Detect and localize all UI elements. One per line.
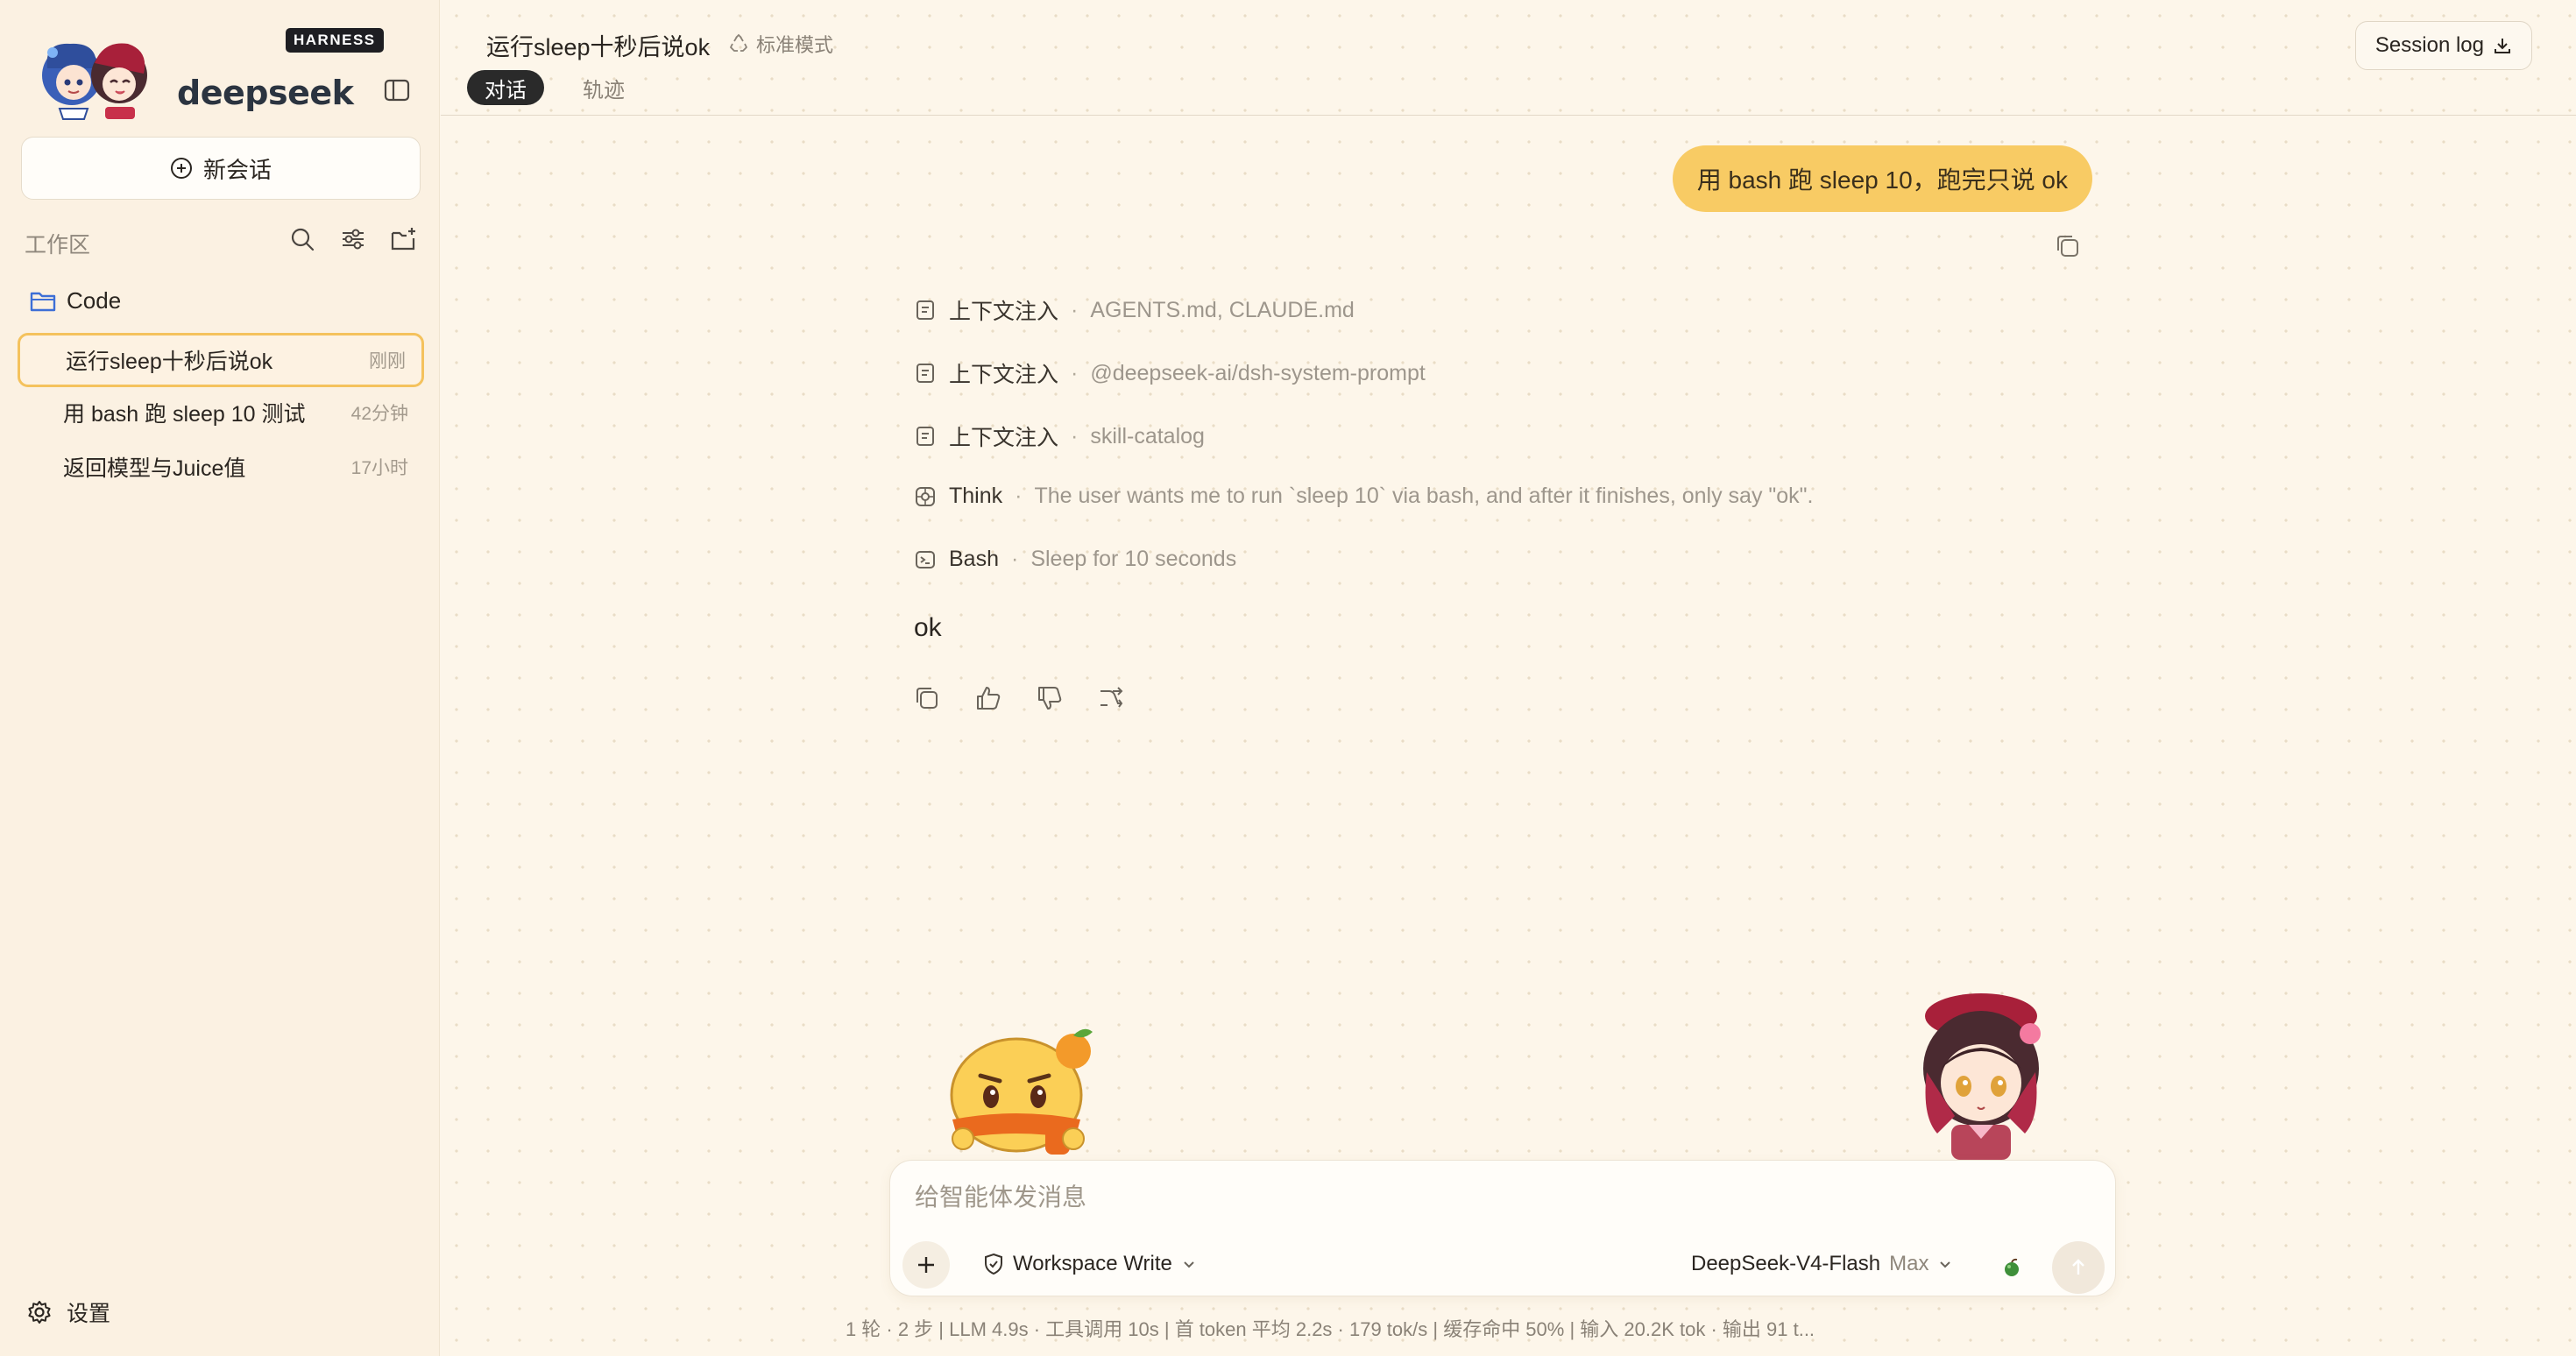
brand: HARNESS deepseek: [35, 25, 386, 121]
session-log-button[interactable]: Session log: [2354, 21, 2532, 70]
girl-mascot-icon: [1923, 993, 2041, 1160]
workspace-mode-label: Workspace Write: [1013, 1252, 1172, 1275]
folder-code[interactable]: Code: [30, 287, 121, 314]
step-detail: The user wants me to run `sleep 10` via …: [1034, 484, 1814, 508]
step-detail: Sleep for 10 seconds: [1030, 547, 1237, 571]
filter-icon[interactable]: [338, 224, 368, 254]
step-detail: @deepseek-ai/dsh-system-prompt: [1090, 360, 1426, 385]
branch-icon[interactable]: [1096, 683, 1126, 713]
gear-icon: [28, 1301, 51, 1324]
step-label: 上下文注入: [949, 426, 1059, 450]
shield-icon: [985, 1253, 1002, 1275]
model-select[interactable]: DeepSeek-V4-Flash Max: [1691, 1252, 1953, 1276]
step-detail: AGENTS.md, CLAUDE.md: [1090, 297, 1355, 322]
composer: Workspace Write DeepSeek-V4-Flash Max: [889, 1160, 2116, 1296]
harness-badge: HARNESS: [286, 28, 384, 53]
chat-time: 17小时: [350, 458, 408, 478]
step-label: 上下文注入: [949, 363, 1059, 387]
chat-time: 42分钟: [350, 404, 408, 424]
thumbs-down-icon[interactable]: [1035, 683, 1065, 713]
main-area: 运行sleep十秒后说ok 标准模式 对话 轨迹 Session log 用 b…: [441, 0, 2576, 1356]
chat-title: 运行sleep十秒后说ok: [66, 350, 273, 374]
download-icon: [2495, 39, 2510, 53]
model-name: DeepSeek-V4-Flash: [1691, 1252, 1881, 1275]
message-input[interactable]: [915, 1180, 1966, 1215]
sidebar-toggle-icon[interactable]: [382, 75, 412, 105]
copy-icon[interactable]: [2053, 231, 2083, 261]
chevron-down-icon: [1940, 1261, 1951, 1268]
sidebar: HARNESS deepseek 新会话 工作区 Code 运行sleep十秒后…: [0, 0, 440, 1356]
mode-indicator[interactable]: 标准模式: [728, 30, 833, 58]
step-context-injection[interactable]: 上下文注入 · @deepseek-ai/dsh-system-prompt: [914, 357, 1426, 389]
send-button[interactable]: [2052, 1241, 2105, 1294]
step-context-injection[interactable]: 上下文注入 · AGENTS.md, CLAUDE.md: [914, 294, 1355, 326]
step-label: Bash: [949, 547, 999, 571]
message-actions: [912, 683, 1126, 713]
chat-item[interactable]: 返回模型与Juice值 17小时: [18, 440, 424, 494]
search-icon[interactable]: [287, 224, 317, 254]
step-context-injection[interactable]: 上下文注入 · skill-catalog: [914, 420, 1205, 452]
chat-title: 用 bash 跑 sleep 10 测试: [63, 402, 306, 427]
tab-chat[interactable]: 对话: [467, 70, 544, 105]
tab-trace[interactable]: 轨迹: [583, 70, 625, 105]
document-icon: [916, 300, 934, 320]
top-bar: 运行sleep十秒后说ok 标准模式 对话 轨迹 Session log: [441, 0, 2576, 116]
plus-circle-icon: [170, 158, 192, 179]
chevron-down-icon: [1184, 1261, 1194, 1268]
attach-button[interactable]: [902, 1241, 950, 1289]
copy-icon[interactable]: [912, 683, 942, 713]
terminal-icon: [916, 550, 935, 569]
status-bar: 1 轮 · 2 步 | LLM 4.9s · 工具调用 10s | 首 toke…: [845, 1318, 1815, 1340]
chat-item[interactable]: 用 bash 跑 sleep 10 测试 42分钟: [18, 385, 424, 440]
chat-title: 返回模型与Juice值: [63, 456, 246, 481]
assistant-reply: ok: [914, 613, 942, 642]
document-icon: [916, 427, 934, 446]
arrow-up-icon: [2072, 1259, 2084, 1275]
recycle-icon: [730, 33, 747, 52]
step-bash[interactable]: Bash · Sleep for 10 seconds: [914, 547, 1236, 572]
orange-mascot-icon: [950, 1028, 1093, 1155]
step-think[interactable]: Think · The user wants me to run `sleep …: [914, 484, 1813, 509]
document-icon: [916, 364, 934, 383]
step-label: Think: [949, 484, 1003, 508]
workspace-header: 工作区: [25, 224, 419, 259]
user-message: 用 bash 跑 sleep 10，跑完只说 ok: [1672, 145, 2092, 212]
model-effort: Max: [1889, 1252, 1929, 1275]
brand-name: deepseek: [177, 74, 354, 112]
step-detail: skill-catalog: [1090, 423, 1205, 448]
new-folder-icon[interactable]: [389, 224, 419, 254]
page-title: 运行sleep十秒后说ok: [486, 34, 711, 60]
settings-button[interactable]: 设置: [26, 1296, 110, 1328]
think-icon: [916, 486, 935, 506]
step-label: 上下文注入: [949, 300, 1059, 324]
mascot-logo-icon: [42, 43, 147, 120]
settings-label: 设置: [67, 1302, 111, 1326]
chat-item-active[interactable]: 运行sleep十秒后说ok 刚刚: [18, 333, 424, 387]
folder-name: Code: [67, 287, 122, 314]
new-chat-button[interactable]: 新会话: [21, 137, 421, 200]
workspace-mode-select[interactable]: Workspace Write: [983, 1252, 1197, 1276]
folder-icon: [30, 292, 56, 311]
thumbs-up-icon[interactable]: [973, 683, 1003, 713]
session-log-label: Session log: [2374, 33, 2484, 57]
workspace-label: 工作区: [25, 233, 91, 258]
mode-label: 标准模式: [756, 34, 834, 56]
chat-time: 刚刚: [369, 351, 406, 371]
plus-icon: [918, 1257, 934, 1273]
new-chat-label: 新会话: [202, 156, 272, 183]
apple-status-icon: [2005, 1258, 2019, 1276]
